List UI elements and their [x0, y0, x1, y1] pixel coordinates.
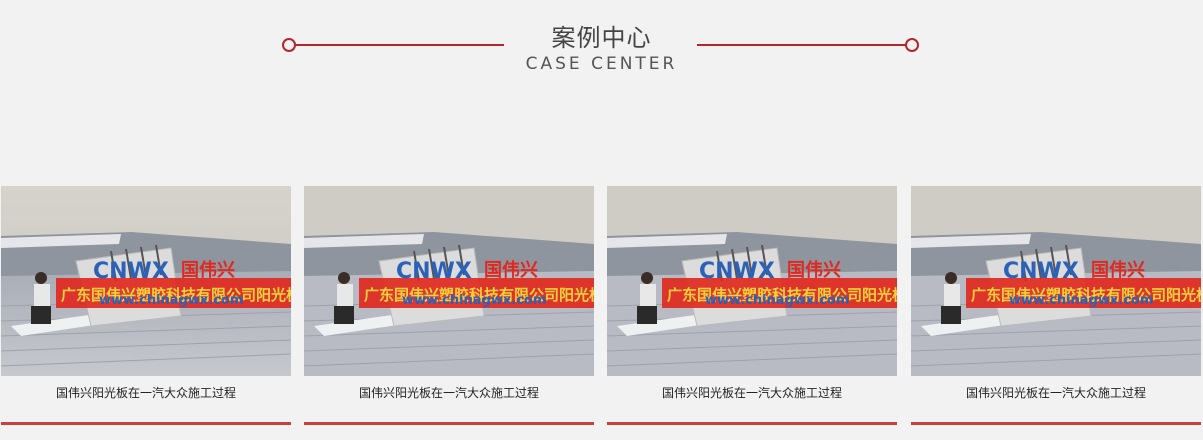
right-line-decoration [697, 44, 907, 46]
case-card-image[interactable]: CNWX 国伟兴 广东国伟兴塑胶科技有限公司阳光板 www.chinagwx.com [1, 186, 291, 376]
section-header: 案例中心 CASE CENTER [0, 0, 1203, 90]
case-card-image[interactable]: CNWX 国伟兴 广东国伟兴塑胶科技有限公司阳光板 www.chinagwx.com [304, 186, 594, 376]
case-card-image[interactable]: CNWX 国伟兴 广东国伟兴塑胶科技有限公司阳光板 www.chinagwx.com [911, 186, 1201, 376]
watermark-brand: 国伟兴 [1091, 259, 1145, 281]
case-card-underline [911, 422, 1201, 425]
case-card-underline [304, 422, 594, 425]
right-circle-decoration [905, 38, 919, 52]
section-title-cn: 案例中心 [551, 24, 652, 52]
watermark-logo: CNWX [93, 259, 169, 284]
case-card-underline [607, 422, 897, 425]
case-card-list: CNWX 国伟兴 广东国伟兴塑胶科技有限公司阳光板 www.chinagwx.com … [0, 186, 1203, 440]
watermark-brand: 国伟兴 [787, 259, 841, 281]
case-card-image[interactable]: CNWX 国伟兴 广东国伟兴塑胶科技有限公司阳光板 www.chinagwx.com [607, 186, 897, 376]
watermark-logo: CNWX [699, 259, 775, 284]
case-card[interactable]: CNWX 国伟兴 广东国伟兴塑胶科技有限公司阳光板 www.chinagwx.com … [1, 186, 291, 426]
watermark-logo: CNWX [1003, 259, 1079, 284]
watermark-url: www.chinagwx.com [1009, 293, 1153, 308]
watermark-logo: CNWX [396, 259, 472, 284]
watermark-url: www.chinagwx.com [402, 293, 546, 308]
watermark-brand: 国伟兴 [484, 259, 538, 281]
case-card-underline [1, 422, 291, 425]
case-card[interactable]: CNWX 国伟兴 广东国伟兴塑胶科技有限公司阳光板 www.chinagwx.com … [911, 186, 1201, 426]
case-card[interactable]: CNWX 国伟兴 广东国伟兴塑胶科技有限公司阳光板 www.chinagwx.com … [607, 186, 897, 426]
watermark-url: www.chinagwx.com [705, 293, 849, 308]
watermark-url: www.chinagwx.com [99, 293, 243, 308]
section-title-en: CASE CENTER [525, 54, 678, 74]
case-card-caption[interactable]: 国伟兴阳光板在一汽大众施工过程 [304, 384, 594, 401]
case-card-caption[interactable]: 国伟兴阳光板在一汽大众施工过程 [1, 384, 291, 401]
case-card-caption[interactable]: 国伟兴阳光板在一汽大众施工过程 [607, 384, 897, 401]
watermark-brand: 国伟兴 [181, 259, 235, 281]
case-card-caption[interactable]: 国伟兴阳光板在一汽大众施工过程 [911, 384, 1201, 401]
case-card[interactable]: CNWX 国伟兴 广东国伟兴塑胶科技有限公司阳光板 www.chinagwx.com … [304, 186, 594, 426]
